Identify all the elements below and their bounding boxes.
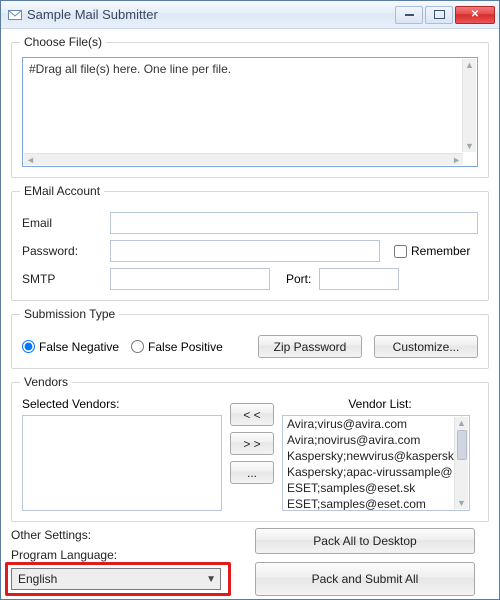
program-language-label: Program Language: (11, 548, 241, 562)
app-icon (7, 7, 23, 23)
vendors-legend: Vendors (20, 375, 72, 389)
scrollbar-thumb[interactable] (457, 430, 467, 460)
false-negative-radio[interactable] (22, 340, 35, 353)
email-account-legend: EMail Account (20, 184, 104, 198)
port-label: Port: (286, 272, 311, 286)
selected-vendors-label: Selected Vendors: (22, 397, 222, 411)
email-field[interactable] (110, 212, 478, 234)
list-item[interactable]: ESET;samples@eset.com (283, 496, 454, 511)
remember-checkbox[interactable] (394, 245, 407, 258)
action-buttons-column: Pack All to Desktop Pack and Submit All (255, 528, 475, 596)
choose-files-group: Choose File(s) #Drag all file(s) here. O… (11, 35, 489, 178)
false-positive-radio-label[interactable]: False Positive (131, 340, 223, 354)
scroll-down-icon[interactable]: ▼ (463, 140, 476, 152)
false-negative-text: False Negative (39, 340, 119, 354)
vertical-scrollbar[interactable]: ▲ ▼ (462, 59, 476, 152)
language-combobox[interactable]: English ▼ (11, 568, 221, 590)
pack-to-desktop-button[interactable]: Pack All to Desktop (255, 528, 475, 554)
zip-password-button[interactable]: Zip Password (258, 335, 362, 358)
close-button[interactable]: ✕ (455, 6, 495, 24)
language-value: English (18, 572, 57, 586)
email-label: Email (22, 216, 102, 230)
chevron-down-icon: ▼ (206, 574, 216, 585)
more-button[interactable]: ... (230, 461, 274, 484)
password-field[interactable] (110, 240, 380, 262)
titlebar: Sample Mail Submitter ✕ (1, 1, 499, 29)
list-item[interactable]: Kaspersky;newvirus@kaspersk (283, 448, 454, 464)
remember-checkbox-label[interactable]: Remember (394, 244, 470, 258)
vendor-list-label: Vendor List: (282, 397, 478, 411)
submission-type-group: Submission Type False Negative False Pos… (11, 307, 489, 369)
smtp-label: SMTP (22, 272, 102, 286)
false-positive-radio[interactable] (131, 340, 144, 353)
choose-files-legend: Choose File(s) (20, 35, 106, 49)
scroll-up-icon[interactable]: ▲ (463, 59, 476, 71)
vendor-list[interactable]: Avira;virus@avira.comAvira;novirus@avira… (282, 415, 470, 511)
vendors-group: Vendors Selected Vendors: < < > > ... Ve… (11, 375, 489, 522)
scroll-right-icon[interactable]: ► (450, 154, 463, 166)
other-settings-label: Other Settings: (11, 528, 241, 542)
pack-and-submit-button[interactable]: Pack and Submit All (255, 562, 475, 596)
client-area: Choose File(s) #Drag all file(s) here. O… (1, 29, 499, 599)
smtp-field[interactable] (110, 268, 270, 290)
list-item[interactable]: Kaspersky;apac-virussample@ (283, 464, 454, 480)
minimize-button[interactable] (395, 6, 423, 24)
list-item[interactable]: ESET;samples@eset.sk (283, 480, 454, 496)
move-right-button[interactable]: > > (230, 432, 274, 455)
false-positive-text: False Positive (148, 340, 223, 354)
horizontal-scrollbar[interactable]: ◄ ► (24, 153, 463, 165)
list-item[interactable]: Avira;virus@avira.com (283, 416, 454, 432)
other-settings-column: Other Settings: Program Language: Englis… (11, 528, 241, 590)
window-title: Sample Mail Submitter (27, 7, 395, 22)
false-negative-radio-label[interactable]: False Negative (22, 340, 119, 354)
selected-vendors-column: Selected Vendors: (22, 397, 222, 511)
port-field[interactable] (319, 268, 399, 290)
scroll-left-icon[interactable]: ◄ (24, 154, 37, 166)
maximize-button[interactable] (425, 6, 453, 24)
file-drop-area[interactable]: #Drag all file(s) here. One line per fil… (22, 57, 478, 167)
scroll-up-icon[interactable]: ▲ (455, 417, 468, 429)
password-label: Password: (22, 244, 102, 258)
list-item[interactable]: Avira;novirus@avira.com (283, 432, 454, 448)
window-buttons: ✕ (395, 6, 495, 24)
scroll-down-icon[interactable]: ▼ (455, 497, 468, 509)
submission-type-legend: Submission Type (20, 307, 119, 321)
selected-vendors-list[interactable] (22, 415, 222, 511)
customize-button[interactable]: Customize... (374, 335, 478, 358)
bottom-section: Other Settings: Program Language: Englis… (11, 528, 489, 596)
file-drop-text: #Drag all file(s) here. One line per fil… (29, 62, 461, 142)
remember-text: Remember (411, 244, 470, 258)
email-account-group: EMail Account Email Password: Remember S… (11, 184, 489, 301)
vendor-list-column: Vendor List: Avira;virus@avira.comAvira;… (282, 397, 478, 511)
move-buttons-column: < < > > ... (230, 397, 274, 484)
move-left-button[interactable]: < < (230, 403, 274, 426)
app-window: Sample Mail Submitter ✕ Choose File(s) #… (0, 0, 500, 600)
